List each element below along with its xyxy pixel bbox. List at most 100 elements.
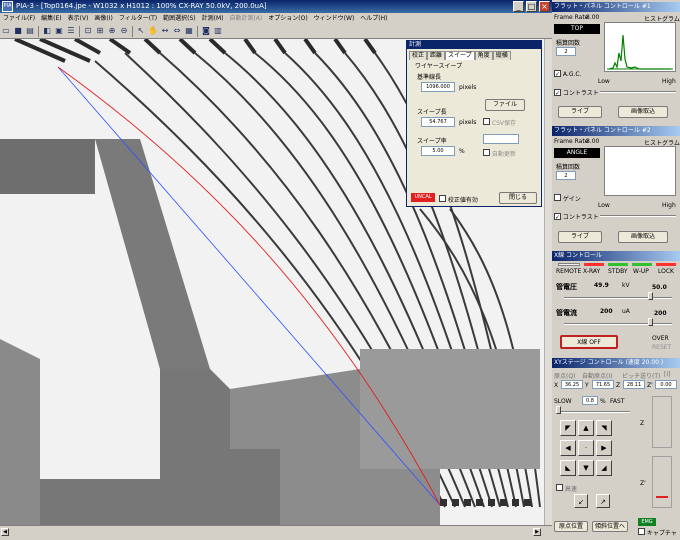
tilt-position-button[interactable]: 傾斜位置へ [592, 521, 628, 532]
current-slider[interactable] [564, 323, 672, 325]
tab-sweep[interactable]: スイープ [445, 51, 475, 60]
auto-update-checkbox[interactable]: 自動更新 [483, 149, 516, 158]
sweep-rate-field[interactable]: 5.00 [421, 146, 455, 156]
grid-icon[interactable]: ▦ [184, 26, 194, 36]
z2-axis-slider[interactable] [652, 456, 672, 508]
stage-down-left-button[interactable]: ◣ [560, 460, 576, 476]
voltage-slider-thumb[interactable] [648, 292, 653, 300]
menu-file[interactable]: ファイル(F) [0, 13, 38, 24]
fp2-contrast-checkbox[interactable]: ✓ コントラスト [554, 212, 599, 221]
layers-icon[interactable]: ◧ [42, 26, 52, 36]
fp1-capture-button[interactable]: 画像取込 [618, 106, 668, 118]
lock-checkbox[interactable]: 高速 [556, 484, 577, 493]
fp2-accum-field[interactable]: 2 [556, 171, 576, 180]
menu-filter[interactable]: フィルター(T) [116, 13, 160, 24]
stretch-icon[interactable]: ⇔ [172, 26, 182, 36]
stage-right-button[interactable]: ▶ [596, 440, 612, 456]
measure-icon[interactable]: ↔ [160, 26, 170, 36]
menu-view[interactable]: 表示(V) [65, 13, 92, 24]
speed-slider[interactable] [556, 411, 630, 413]
hand-icon[interactable]: ✋ [148, 26, 158, 36]
capture-check-icon [638, 528, 645, 535]
rate-spinner[interactable] [483, 134, 519, 144]
xray-off-button[interactable]: X線 OFF [560, 335, 618, 349]
fp1-live-button[interactable]: ライブ [558, 106, 602, 118]
stage-z-field[interactable]: 28.11 [623, 380, 645, 389]
tab-calibration[interactable]: 校正 [409, 51, 428, 60]
menu-edit[interactable]: 編集(E) [38, 13, 64, 24]
reset-label[interactable]: RESET [652, 344, 671, 351]
speed-field[interactable]: 0.8 [582, 396, 598, 405]
menu-measure[interactable]: 計測(M) [199, 13, 227, 24]
fp2-live-button[interactable]: ライブ [558, 231, 602, 243]
fp1-accum-field[interactable]: 2 [556, 47, 576, 56]
zoom-out-icon[interactable]: ⊖ [119, 26, 129, 36]
fp1-agc-checkbox[interactable]: ✓ A.G.C. [554, 70, 581, 78]
capture-checkbox[interactable]: キャプチャ [638, 528, 677, 537]
actual-size-icon[interactable]: ⊞ [95, 26, 105, 36]
save-icon[interactable]: ■ [13, 26, 23, 36]
stage-up-left-button[interactable]: ◤ [560, 420, 576, 436]
pointer-icon[interactable]: ↖ [136, 26, 146, 36]
stage-up-button[interactable]: ▲ [578, 420, 594, 436]
fp1-high-label: High [662, 78, 676, 85]
file-button[interactable]: ファイル [485, 99, 525, 111]
stage-z2-field[interactable]: 0.00 [655, 380, 677, 389]
stage-origin-tab[interactable]: 原点(Q) [554, 371, 575, 380]
fp1-low-label: Low [598, 78, 610, 85]
csv-save-label: CSV保存 [491, 120, 517, 127]
tab-angle[interactable]: 角度 [474, 51, 493, 60]
speed-slider-thumb[interactable] [556, 406, 561, 414]
calib-valid-checkbox[interactable]: 校正値有効 [439, 195, 478, 204]
fp1-contrast-checkbox[interactable]: ✓ コントラスト [554, 88, 599, 97]
close-button[interactable]: × [539, 1, 550, 12]
horizontal-scrollbar[interactable]: ◀ ▶ [0, 525, 552, 540]
scroll-right-button[interactable]: ▶ [533, 528, 541, 536]
menu-window[interactable]: ウィンドウ(W) [311, 13, 358, 24]
list-icon[interactable]: ☰ [66, 26, 76, 36]
scroll-left-button[interactable]: ◀ [1, 528, 9, 536]
stage-down-button[interactable]: ▼ [578, 460, 594, 476]
close-dialog-button[interactable]: 閉じる [499, 192, 537, 204]
current-slider-thumb[interactable] [648, 318, 653, 326]
stage-pitch-tab[interactable]: ピッチ送り(T) [622, 371, 660, 380]
print-icon[interactable]: ▤ [25, 26, 35, 36]
base-length-field[interactable]: 1096.000 [421, 82, 455, 92]
sweep-length-field[interactable]: 54.767 [421, 117, 455, 127]
stage-y-field[interactable]: 71.65 [592, 380, 614, 389]
stage-auto-origin-tab[interactable]: 自動原点(I) [582, 371, 612, 380]
menu-option[interactable]: オプション(O) [265, 13, 310, 24]
stage-x-field[interactable]: 36.25 [561, 380, 583, 389]
stage-left-button[interactable]: ◀ [560, 440, 576, 456]
zoom-in-stage-button[interactable]: ↗ [596, 494, 610, 508]
fit-icon[interactable]: ⊡ [83, 26, 93, 36]
zoom-in-icon[interactable]: ⊕ [107, 26, 117, 36]
maximize-button[interactable]: □ [526, 1, 537, 12]
stage-down-right-button[interactable]: ◢ [596, 460, 612, 476]
csv-save-checkbox[interactable]: CSV保存 [483, 118, 516, 127]
auto-update-check-icon [483, 149, 490, 156]
menu-image[interactable]: 画像(I) [91, 13, 115, 24]
stage-center-button[interactable]: · [578, 440, 594, 456]
zoom-out-stage-button[interactable]: ↙ [574, 494, 588, 508]
minimize-button[interactable]: _ [513, 1, 524, 12]
panel-icon[interactable]: ▥ [213, 26, 223, 36]
fp2-gain-checkbox[interactable]: ゲイン [554, 194, 581, 203]
fp2-contrast-slider[interactable] [600, 215, 676, 217]
tab-distance[interactable]: 距離 [427, 51, 446, 60]
voltage-slider[interactable] [564, 297, 672, 299]
tab-aspect[interactable]: 縦横 [492, 51, 511, 60]
origin-position-button[interactable]: 原点位置 [554, 521, 588, 532]
folder-open-icon[interactable]: ▭ [1, 26, 11, 36]
frame-icon[interactable]: ▣ [54, 26, 64, 36]
stage-i-tab[interactable]: [I] [664, 371, 670, 378]
menu-auto-measure[interactable]: 自動計測(A) [226, 13, 265, 24]
fp1-contrast-slider[interactable] [600, 91, 676, 93]
menu-help[interactable]: ヘルプ(H) [357, 13, 390, 24]
camera-icon[interactable]: ◙ [201, 26, 211, 36]
z-axis-slider[interactable] [652, 396, 672, 448]
menu-select[interactable]: 範囲選択(S) [160, 13, 199, 24]
stage-up-right-button[interactable]: ◥ [596, 420, 612, 436]
fp2-capture-button[interactable]: 画像取込 [618, 231, 668, 243]
vertical-scrollbar[interactable] [544, 39, 552, 525]
